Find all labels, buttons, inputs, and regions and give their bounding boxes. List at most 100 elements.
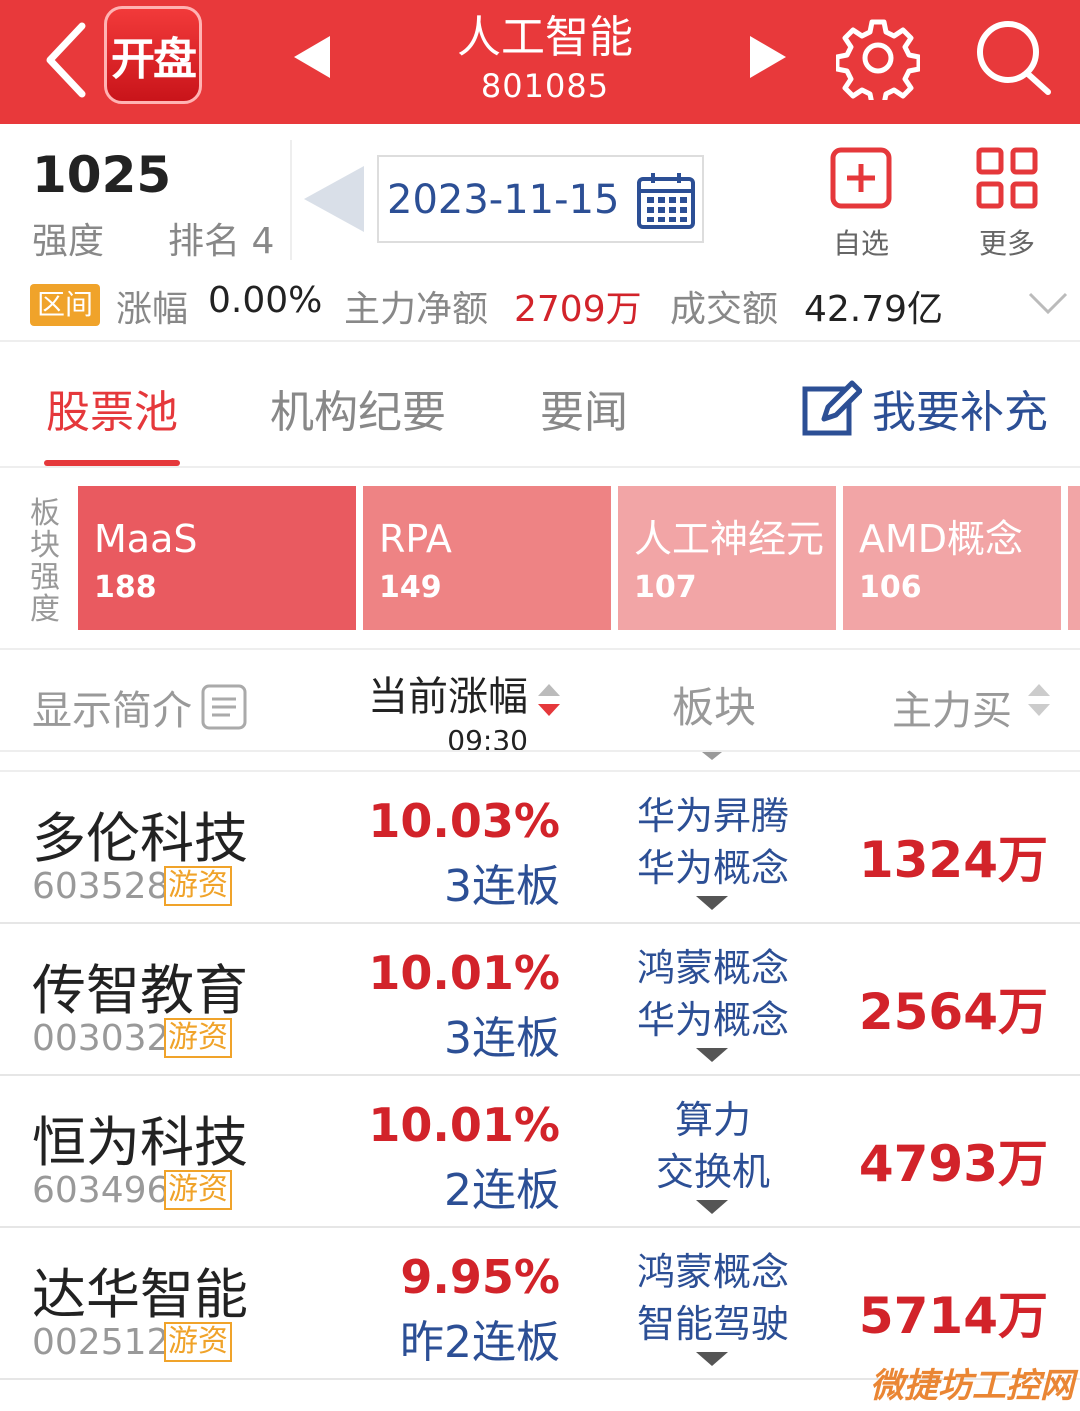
range-tag[interactable]: 区间	[30, 284, 100, 326]
limit-up-boards: 2连板	[444, 1165, 560, 1216]
stats-row: 区间 涨幅 0.00% 主力净额 2709万 成交额 42.79亿	[0, 278, 1080, 332]
stock-sectors[interactable]: 算力 交换机	[600, 1094, 826, 1198]
table-row[interactable]: 传智教育 003032 游资 10.01% 3连板 鸿蒙概念 华为概念 2564…	[0, 924, 1080, 1076]
sector-name: AMD概念	[859, 517, 1024, 561]
sector-tag: 鸿蒙概念	[636, 946, 789, 990]
supplement-label: 我要补充	[872, 387, 1048, 438]
search-icon	[977, 21, 1051, 95]
table-row[interactable]: 恒为科技 603496 游资 10.01% 2连板 算力 交换机 4793万	[0, 1076, 1080, 1228]
tab-institution-notes[interactable]: 机构纪要	[270, 376, 446, 440]
next-sector-button[interactable]	[748, 34, 788, 84]
sector-code: 801085	[480, 67, 610, 105]
sector-tag: 智能驾驶	[636, 1302, 789, 1346]
divider	[0, 750, 1080, 752]
sort-icon[interactable]	[1026, 682, 1052, 718]
sector-tag: 交换机	[655, 1150, 770, 1194]
sector-card[interactable]: AMD概念 106	[843, 486, 1061, 630]
chevron-down-icon[interactable]	[1028, 292, 1068, 316]
stock-name: 多伦科技	[32, 807, 248, 870]
watchlist-label: 自选	[832, 227, 889, 260]
sector-card[interactable]: RPA 149	[363, 486, 611, 630]
sector-tag: 算力	[674, 1098, 751, 1142]
stock-name: 传智教育	[32, 959, 248, 1022]
sector-card[interactable]: 人工神经元 107	[618, 486, 836, 630]
plus-square-icon	[830, 147, 892, 209]
hot-money-tag: 游资	[164, 866, 232, 906]
sector-tag: 华为概念	[636, 998, 789, 1042]
caret-down-icon[interactable]	[696, 1200, 728, 1216]
sector-name: MaaS	[94, 517, 198, 561]
triangle-left-icon	[304, 166, 364, 232]
more-button[interactable]: 更多	[965, 146, 1049, 262]
title-block: 人工智能 801085	[400, 10, 690, 106]
tab-news[interactable]: 要闻	[540, 376, 628, 440]
change-pct: 10.01%	[368, 946, 560, 1000]
sector-name: RPA	[379, 517, 452, 561]
list-icon	[201, 684, 247, 730]
column-header-sector: 板块	[672, 683, 757, 732]
change-pct: 9.95%	[400, 1250, 560, 1304]
change-header-time: 09:30	[447, 724, 528, 757]
sort-desc-icon[interactable]	[536, 682, 562, 718]
divider	[0, 466, 1080, 468]
stock-code: 002512	[32, 1322, 170, 1363]
supplement-button[interactable]: 我要补充	[802, 376, 1048, 440]
settings-button[interactable]	[834, 16, 922, 107]
turnover-label: 成交额	[670, 289, 779, 330]
watermark: 微捷坊工控网	[870, 1366, 1074, 1406]
limit-up-boards: 3连板	[444, 1013, 560, 1064]
change-header-label: 当前涨幅	[368, 674, 528, 720]
show-intro-label: 显示简介	[32, 688, 192, 734]
back-button[interactable]	[42, 20, 92, 100]
net-amount-value: 2709万	[514, 289, 642, 330]
strength-label: 强度	[32, 221, 105, 262]
main-buy-amount: 1324万	[858, 831, 1048, 889]
prev-sector-button[interactable]	[292, 34, 332, 84]
divider	[0, 340, 1080, 342]
stock-name: 恒为科技	[32, 1111, 248, 1174]
sector-card-partial[interactable]	[1068, 486, 1080, 630]
sector-tag: 华为概念	[636, 846, 789, 890]
caret-down-icon[interactable]	[696, 1352, 728, 1368]
limit-up-boards: 昨2连板	[400, 1317, 560, 1368]
hot-money-tag: 游资	[164, 1322, 232, 1362]
caret-down-icon	[702, 752, 722, 760]
sector-value: 106	[859, 570, 922, 605]
add-watchlist-button[interactable]: 自选	[820, 146, 902, 262]
column-header-main-buy[interactable]: 主力买	[892, 678, 1012, 736]
search-button[interactable]	[972, 16, 1056, 100]
stock-code: 003032	[32, 1018, 170, 1059]
show-intro-toggle[interactable]: 显示简介	[32, 678, 248, 736]
edit-icon	[802, 380, 862, 436]
change-label: 涨幅	[116, 289, 189, 330]
triangle-right-icon	[750, 36, 786, 78]
turnover-value: 42.79亿	[804, 289, 944, 330]
strength-value: 1025	[32, 146, 172, 204]
main-buy-amount: 2564万	[858, 983, 1048, 1041]
gear-icon	[834, 19, 922, 107]
top-bar: 开盘 人工智能 801085	[0, 0, 1080, 124]
date-picker[interactable]: 2023-11-15	[377, 155, 704, 243]
prev-date-button[interactable]	[302, 164, 366, 238]
stock-sectors[interactable]: 华为昇腾 华为概念	[600, 790, 826, 894]
divider	[0, 648, 1080, 650]
stock-code: 603496	[32, 1170, 170, 1211]
limit-up-boards: 3连板	[444, 861, 560, 912]
grid-icon	[976, 147, 1038, 209]
tab-stock-pool[interactable]: 股票池	[46, 376, 178, 440]
stock-code: 603528	[32, 866, 170, 907]
stock-sectors[interactable]: 鸿蒙概念 华为概念	[600, 942, 826, 1046]
caret-down-icon[interactable]	[696, 1048, 728, 1064]
app-logo[interactable]: 开盘	[104, 6, 202, 104]
column-header-change[interactable]: 当前涨幅 09:30	[360, 664, 528, 757]
hot-money-tag: 游资	[164, 1018, 232, 1058]
sector-card[interactable]: MaaS 188	[78, 486, 356, 630]
table-row[interactable]: 多伦科技 603528 游资 10.03% 3连板 华为昇腾 华为概念 1324…	[0, 772, 1080, 924]
sector-name: 人工神经元	[634, 517, 825, 561]
caret-down-icon[interactable]	[696, 896, 728, 912]
stock-sectors[interactable]: 鸿蒙概念 智能驾驶	[600, 1246, 826, 1350]
chevron-left-icon	[46, 22, 86, 98]
hot-money-tag: 游资	[164, 1170, 232, 1210]
change-pct: 10.01%	[368, 1098, 560, 1152]
main-buy-amount: 4793万	[858, 1135, 1048, 1193]
